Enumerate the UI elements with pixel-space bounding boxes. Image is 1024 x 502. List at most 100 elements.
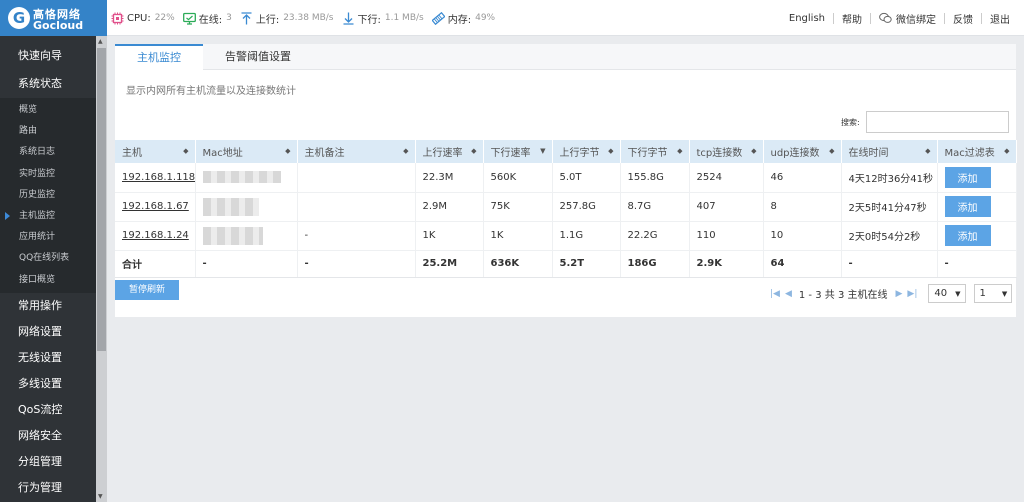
cpu-stat: CPU: 22% [111, 12, 175, 25]
pagination-info: 1 - 3 共 3 主机在线 [798, 290, 888, 301]
first-page-icon[interactable]: |◀ [770, 289, 780, 299]
add-mac-filter-button[interactable]: 添加 [944, 196, 991, 217]
column-header-udp[interactable]: udp连接数 ◆ [763, 140, 842, 163]
column-header-tcp[interactable]: tcp连接数 ◆ [689, 140, 764, 163]
logout-link[interactable]: 退出 [982, 11, 1018, 26]
online-stat: 在线: 3 [182, 11, 232, 26]
column-header-up-rate[interactable]: 上行速率 ◆ [415, 140, 484, 163]
logo[interactable]: G 高恪网络 Gocloud [0, 0, 107, 36]
wechat-icon [879, 12, 892, 25]
cell-up-rate: 2.9M [415, 192, 484, 222]
page-number-select[interactable]: 1 ▼ [973, 284, 1013, 303]
cell-remark [297, 163, 416, 193]
upload-stat: 上行: 23.38 MB/s [240, 11, 334, 26]
wechat-bind-link[interactable]: 微信绑定 [871, 11, 944, 26]
tab-bar: 主机监控 告警阈值设置 [115, 44, 1016, 71]
sidebar-item-multiline-settings[interactable]: 多线设置 [0, 371, 96, 397]
column-header-down-rate[interactable]: 下行速率 ▼ [483, 140, 553, 163]
next-page-icon[interactable]: ▶ [895, 289, 902, 299]
cell-tcp: 2524 [689, 163, 764, 193]
logo-text-en: Gocloud [33, 19, 84, 32]
sidebar-sub-history-monitor[interactable]: 历史监控 [0, 185, 96, 206]
sidebar-item-group-management[interactable]: 分组管理 [0, 449, 96, 475]
sort-icon: ◆ [829, 147, 835, 155]
prev-page-icon[interactable]: ◀ [785, 289, 792, 299]
column-header-label: Mac过滤表 [944, 148, 995, 159]
cpu-label: CPU: [127, 12, 151, 24]
sidebar-item-wireless-settings[interactable]: 无线设置 [0, 345, 96, 371]
upload-label: 上行: [255, 14, 280, 26]
column-header-mac-filter[interactable]: Mac过滤表 ◆ [937, 140, 1017, 163]
scroll-up-icon[interactable]: ▲ [98, 38, 103, 45]
column-header-label: 上行速率 [422, 148, 463, 159]
sidebar-sub-qq-online[interactable]: QQ在线列表 [0, 248, 96, 269]
system-stats: CPU: 22% 在线: 3 上行: 23.38 MB/s 下行: 1.1 MB… [111, 0, 503, 36]
sidebar-item-common-ops[interactable]: 常用操作 [0, 293, 96, 319]
scrollbar-thumb[interactable] [97, 48, 106, 351]
sidebar-menu: 快速向导 系统状态 概览 路由 系统日志 实时监控 历史监控 主机监控 应用统计… [0, 36, 96, 501]
sidebar-sub-interface-overview[interactable]: 接口概览 [0, 270, 96, 291]
tab-host-monitor[interactable]: 主机监控 [115, 44, 203, 71]
arrow-down-icon [342, 12, 355, 25]
scroll-down-icon[interactable]: ▼ [98, 493, 103, 500]
add-mac-filter-button[interactable]: 添加 [944, 225, 991, 246]
sidebar-item-system-status[interactable]: 系统状态 [0, 76, 96, 98]
host-link[interactable]: 192.168.1.24 [122, 230, 189, 241]
sidebar-item-network-security[interactable]: 网络安全 [0, 423, 96, 449]
sidebar-sub-host-monitor[interactable]: 主机监控 [0, 206, 96, 227]
help-link[interactable]: 帮助 [834, 11, 870, 26]
memory-label: 内存: [447, 14, 472, 26]
cell-action: 添加 [937, 163, 1017, 193]
column-header-up-bytes[interactable]: 上行字节 ◆ [552, 140, 621, 163]
column-header-down-bytes[interactable]: 下行字节 ◆ [620, 140, 690, 163]
english-link[interactable]: English [781, 13, 833, 24]
total-down-bytes: 186G [620, 250, 690, 278]
page-size-value: 40 [934, 288, 948, 299]
column-header-mac[interactable]: Mac地址 ◆ [195, 140, 298, 163]
cpu-icon [111, 12, 124, 25]
tab-alarm-threshold[interactable]: 告警阈值设置 [203, 44, 313, 70]
sidebar-item-qos[interactable]: QoS流控 [0, 397, 96, 423]
total-label: 合计 [115, 250, 196, 278]
sidebar-item-quick-guide[interactable]: 快速向导 [0, 36, 96, 76]
sidebar-sub-system-log[interactable]: 系统日志 [0, 142, 96, 163]
total-up-rate: 25.2M [415, 250, 484, 278]
sidebar-item-behavior-management[interactable]: 行为管理 [0, 475, 96, 501]
column-header-label: 在线时间 [848, 148, 889, 159]
mac-redacted [202, 226, 263, 245]
sidebar-sub-route[interactable]: 路由 [0, 121, 96, 142]
table-row: 192.168.1.118 22.3M 560K 5.0T 155.8G 252… [115, 163, 1017, 193]
column-header-label: Mac地址 [202, 148, 243, 159]
column-header-host[interactable]: 主机 ◆ [115, 140, 196, 163]
cell-down-bytes: 22.2G [620, 221, 690, 251]
sidebar-item-network-settings[interactable]: 网络设置 [0, 319, 96, 345]
host-link[interactable]: 192.168.1.67 [122, 201, 189, 212]
sidebar-scrollbar[interactable]: ▲ ▼ [96, 36, 107, 502]
sidebar-sub-realtime-monitor[interactable]: 实时监控 [0, 164, 96, 185]
add-mac-filter-button[interactable]: 添加 [944, 166, 991, 188]
host-table: 主机 ◆ Mac地址 ◆ 主机备注 ◆ 上行速率 ◆ 下行速率 ▼ 上行字节 ◆ 下行字节 ◆… [115, 140, 1017, 278]
cell-action: 添加 [937, 192, 1017, 222]
online-value: 3 [226, 13, 232, 23]
cell-online-time: 4天12时36分41秒 [841, 163, 938, 193]
cell-remark [297, 192, 416, 222]
column-header-online-time[interactable]: 在线时间 ◆ [841, 140, 938, 163]
page-number-value: 1 [979, 288, 986, 299]
sort-desc-icon: ▼ [540, 147, 546, 155]
cell-mac [195, 192, 298, 222]
table-header-row: 主机 ◆ Mac地址 ◆ 主机备注 ◆ 上行速率 ◆ 下行速率 ▼ 上行字节 ◆ 下行字节 ◆… [115, 140, 1017, 163]
host-link[interactable]: 192.168.1.118 [122, 172, 194, 183]
feedback-link[interactable]: 反馈 [945, 11, 981, 26]
cell-tcp: 110 [689, 221, 764, 251]
last-page-icon[interactable]: ▶| [907, 289, 917, 299]
column-header-remark[interactable]: 主机备注 ◆ [297, 140, 416, 163]
search-input[interactable] [866, 111, 1009, 133]
mac-redacted [202, 171, 281, 184]
page-size-select[interactable]: 40 ▼ [928, 284, 966, 303]
dropdown-arrow-icon: ▼ [1001, 289, 1008, 298]
sidebar-sub-overview[interactable]: 概览 [0, 100, 96, 121]
pause-refresh-button[interactable]: 暂停刷新 [115, 280, 179, 300]
cell-down-rate: 75K [483, 192, 553, 222]
sidebar-sub-app-stats[interactable]: 应用统计 [0, 227, 96, 248]
sort-icon: ◆ [751, 147, 757, 155]
